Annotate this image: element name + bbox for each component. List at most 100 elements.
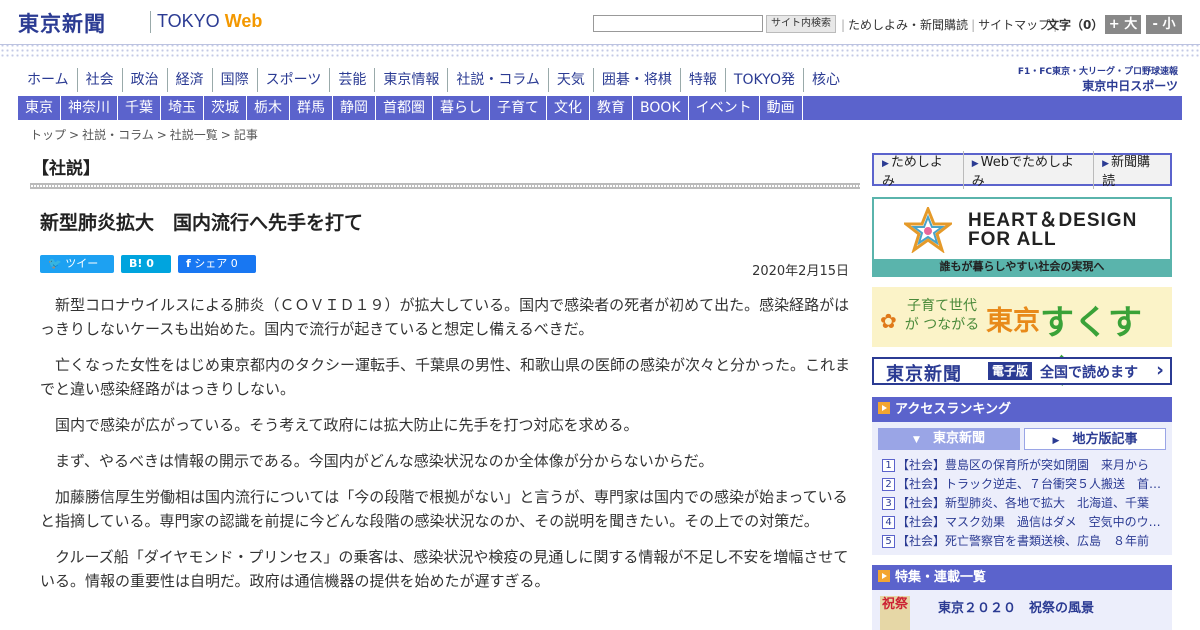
link-separator: |	[841, 18, 846, 32]
breadcrumb-separator: >	[220, 128, 231, 142]
link-separator: |	[971, 18, 976, 32]
share-bar: 🐦 ツイート B! 0 f シェア 0 2020年2月15日	[30, 251, 860, 288]
local-nav-item[interactable]: 静岡	[333, 96, 376, 120]
local-nav-item[interactable]: 東京	[18, 96, 61, 120]
rank-number: 5	[882, 535, 895, 548]
trial-read-label: ためしよみ	[882, 154, 943, 189]
breadcrumb-editorial-list[interactable]: 社説一覧	[170, 128, 218, 142]
nav-item-tokyo-info[interactable]: 東京情報	[374, 68, 447, 92]
local-nav-item[interactable]: 暮らし	[433, 96, 490, 120]
ranking-item[interactable]: 2 【社会】トラック逆走、７台衝突５人搬送 首都高	[882, 475, 1162, 494]
section-divider	[30, 183, 860, 189]
subscribe-link[interactable]: ▶ 新聞購読	[1094, 151, 1170, 189]
search-input[interactable]	[593, 15, 763, 32]
article-body: 新型コロナウイルスによる肺炎（ＣＯＶＩＤ１９）が拡大している。国内で感染者の死者…	[30, 293, 860, 593]
nav-item-economy[interactable]: 経済	[166, 68, 212, 92]
digital-edition-banner[interactable]: 東京新聞 電子版 全国で読めます ›	[872, 357, 1172, 385]
heart-design-line1: HEART＆DESIGN	[968, 210, 1138, 231]
breadcrumb-editorial[interactable]: 社説・コラム	[82, 128, 154, 142]
rank-number: 2	[882, 478, 895, 491]
site-logo[interactable]: 東京新聞	[18, 8, 106, 38]
arrow-right-icon: ▶	[971, 158, 979, 169]
trial-subscribe-link[interactable]: ためしよみ・新聞購読	[848, 18, 968, 32]
breadcrumb: トップ > 社説・コラム > 社説一覧 > 記事	[30, 126, 258, 143]
local-nav-item[interactable]: 栃木	[247, 96, 290, 120]
local-nav-item[interactable]: 文化	[547, 96, 590, 120]
site-logo-en[interactable]: TOKYO Web	[157, 11, 262, 32]
nav-item-sports[interactable]: スポーツ	[256, 68, 330, 92]
nav-item-weather[interactable]: 天気	[547, 68, 593, 92]
ranking-list: 1 【社会】豊島区の保育所が突如閉園 来月から 2 【社会】トラック逆走、７台衝突５…	[872, 454, 1172, 555]
nav-item-international[interactable]: 国際	[211, 68, 257, 92]
feature-thumbnail: 祝祭	[880, 596, 910, 630]
nav-item-entertainment[interactable]: 芸能	[329, 68, 374, 92]
heart-design-banner[interactable]: HEART＆DESIGN FOR ALL 誰もが暮らしやすい社会の実現へ	[872, 197, 1172, 277]
local-nav-item[interactable]: 子育て	[490, 96, 547, 120]
local-nav-item[interactable]: 首都圏	[376, 96, 433, 120]
facebook-share-button[interactable]: f シェア 0	[178, 255, 256, 273]
local-nav-item[interactable]: 動画	[760, 96, 803, 120]
article-paragraph: 国内で感染が広がっている。そう考えて政府には拡大防止に先手を打つ対応を求める。	[55, 416, 639, 434]
site-header: 東京新聞 TOKYO Web サイト内検索 | ためしよみ・新聞購読 | サイトマップ…	[0, 0, 1200, 44]
logo-en-text: TOKYO	[157, 11, 225, 31]
nav-item-home[interactable]: ホーム	[18, 68, 77, 92]
article-paragraph: 加藤勝信厚生労働相は国内流行については「今の段階で根拠がない」と言うが、専門家は…	[40, 488, 848, 530]
flower-icon: ✿	[880, 309, 897, 333]
breadcrumb-separator: >	[69, 128, 80, 142]
trial-read-link[interactable]: ▶ ためしよみ	[874, 150, 964, 189]
tab-tokyo-shimbun[interactable]: ▼ 東京新聞	[878, 428, 1020, 450]
ranking-item[interactable]: 4 【社会】マスク効果 過信はダメ 空気中のウイルス	[882, 513, 1162, 532]
article-main: 【社説】 新型肺炎拡大 国内流行へ先手を打て 🐦 ツイート B! 0 f シェア…	[30, 150, 860, 605]
trial-subscribe-box: ▶ ためしよみ ▶ Webでためしよみ ▶ 新聞購読	[872, 150, 1172, 189]
section-title: 【社説】	[32, 159, 100, 179]
web-trial-label: Webでためしよみ	[971, 154, 1074, 189]
digital-edition-badge: 電子版	[988, 362, 1033, 380]
local-nav-item[interactable]: 千葉	[118, 96, 161, 120]
sports-banner-line1: F1・FC東京・大リーグ・プロ野球速報	[1017, 67, 1178, 77]
breadcrumb-top[interactable]: トップ	[30, 128, 66, 142]
ranking-item[interactable]: 1 【社会】豊島区の保育所が突如閉園 来月から	[882, 456, 1162, 475]
site-search-button[interactable]: サイト内検索	[766, 15, 836, 33]
font-size-label: 文字（0）	[1047, 18, 1104, 32]
breadcrumb-separator: >	[156, 128, 167, 142]
nav-item-special-report[interactable]: 特報	[679, 68, 725, 92]
feature-item[interactable]: 祝祭 東京２０２０ 祝祭の風景	[872, 590, 1172, 630]
features-title: 特集・連載一覧	[895, 570, 987, 585]
local-nav-item[interactable]: イベント	[689, 96, 760, 120]
chunichi-sports-banner[interactable]: F1・FC東京・大リーグ・プロ野球速報 東京中日スポーツ	[1010, 64, 1178, 94]
local-nav-item[interactable]: 群馬	[290, 96, 333, 120]
local-nav-item[interactable]: 埼玉	[161, 96, 204, 120]
digital-edition-text: 全国で読めます	[1040, 365, 1138, 381]
ranking-item[interactable]: 5 【社会】死亡警察官を書類送検、広島 ８年前	[882, 532, 1162, 551]
sports-banner-logo: 東京中日スポーツ	[1082, 79, 1178, 93]
header-dotted-divider	[0, 44, 1200, 58]
nav-item-editorial-column[interactable]: 社説・コラム	[447, 68, 548, 92]
local-nav-item[interactable]: 神奈川	[61, 96, 118, 120]
font-increase-button[interactable]: + 大	[1105, 15, 1141, 34]
tab-local-articles-label: 地方版記事	[1072, 432, 1138, 447]
hatena-bookmark-button[interactable]: B! 0	[121, 255, 171, 273]
global-nav: ホーム 社会 政治 経済 国際 スポーツ 芸能 東京情報 社説・コラム 天気 囲…	[18, 68, 848, 92]
web-trial-link[interactable]: ▶ Webでためしよみ	[964, 150, 1095, 189]
access-ranking-panel: アクセスランキング ▼ 東京新聞 ▶ 地方版記事 1 【社会】豊島区の保育所が突如…	[872, 397, 1172, 555]
ranking-item-text: 【社会】トラック逆走、７台衝突５人搬送 首都高	[897, 477, 1162, 491]
ranking-item[interactable]: 3 【社会】新型肺炎、各地で拡大 北海道、千葉	[882, 494, 1162, 513]
font-decrease-button[interactable]: - 小	[1146, 15, 1182, 34]
play-square-icon	[878, 570, 890, 582]
nav-item-tokyo-hatsu[interactable]: TOKYO発	[724, 68, 803, 92]
local-nav-item[interactable]: BOOK	[633, 96, 689, 120]
sitemap-link[interactable]: サイトマップ	[978, 18, 1050, 32]
local-nav-item[interactable]: 茨城	[204, 96, 247, 120]
local-nav-item[interactable]: 教育	[590, 96, 633, 120]
tweet-button[interactable]: 🐦 ツイート	[40, 255, 114, 288]
nav-item-society[interactable]: 社会	[76, 68, 122, 92]
features-header: 特集・連載一覧	[872, 565, 1172, 590]
nav-item-politics[interactable]: 政治	[121, 68, 167, 92]
nav-item-go-shogi[interactable]: 囲碁・将棋	[592, 68, 680, 92]
ranking-tabs: ▼ 東京新聞 ▶ 地方版記事	[872, 422, 1172, 454]
nav-item-kakushin[interactable]: 核心	[802, 68, 848, 92]
tab-local-articles[interactable]: ▶ 地方版記事	[1024, 428, 1166, 450]
arrow-right-icon: ▶	[1102, 158, 1109, 169]
sukusuku-banner[interactable]: ✿ 子育て世代が つながる 東京 すくすく	[872, 287, 1172, 392]
ranking-title: アクセスランキング	[895, 402, 1011, 417]
